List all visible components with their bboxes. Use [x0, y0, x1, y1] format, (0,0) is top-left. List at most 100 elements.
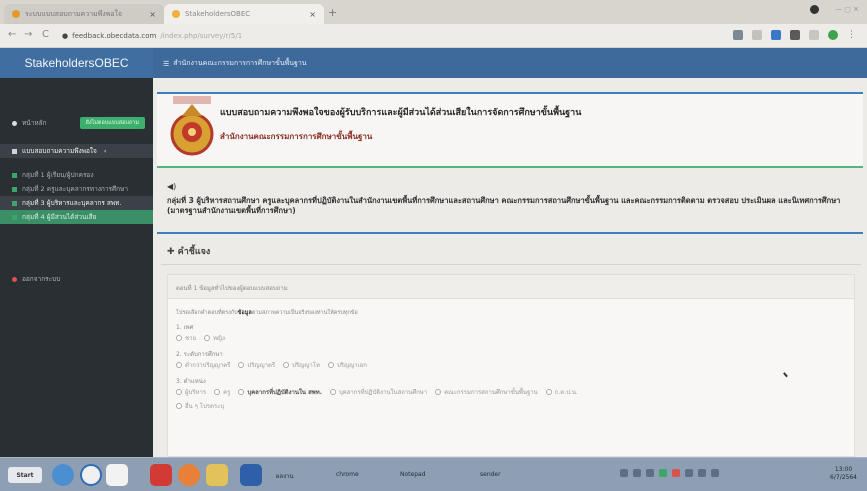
chrome-icon[interactable]: [106, 464, 128, 486]
sidebar-item-label: กลุ่มที่ 2 ครูและบุคลากรทางการศึกษา: [22, 185, 128, 193]
translate-icon[interactable]: [733, 30, 743, 40]
media-icon[interactable]: [150, 464, 172, 486]
radio-button[interactable]: [176, 389, 182, 395]
radio-option[interactable]: บุคลากรที่ปฏิบัติงานในสถานศึกษา: [329, 387, 427, 397]
folder-icon[interactable]: [206, 464, 228, 486]
sidebar-item-logout[interactable]: ออกจากระบบ: [0, 272, 153, 286]
radio-button[interactable]: [238, 389, 245, 395]
sidebar-item-group3[interactable]: กลุ่มที่ 3 ผู้บริหารและบุคลากร สพท.: [0, 196, 153, 210]
tray-icon[interactable]: [646, 469, 654, 477]
radio-option[interactable]: ปริญญาโท: [283, 360, 320, 370]
education-options: ต่ำกว่าปริญญาตรี ปริญญาตรี ปริญญาโท ปริญ…: [176, 360, 367, 370]
radio-button[interactable]: [203, 335, 210, 341]
browser-icon[interactable]: [80, 464, 102, 486]
taskbar-item[interactable]: chrome: [336, 471, 359, 478]
group-intro: ◀) กลุ่มที่ 3 ผู้บริหารสถานศึกษา ครูและบ…: [157, 174, 863, 234]
topnav-label: สำนักงานคณะกรรมการการศึกษาขั้นพื้นฐาน: [173, 59, 307, 67]
divider: [161, 264, 861, 265]
radio-button[interactable]: [176, 335, 182, 341]
close-tab-icon[interactable]: ×: [149, 10, 156, 19]
browser-tab-stakeholders[interactable]: StakeholdersOBEC ×: [164, 4, 324, 24]
window-controls[interactable]: — ▢ ✕: [810, 5, 859, 14]
radio-button[interactable]: [545, 389, 552, 395]
radio-option[interactable]: หญิง: [203, 333, 225, 343]
radio-option[interactable]: คณะกรรมการสถานศึกษาขั้นพื้นฐาน: [435, 387, 538, 397]
radio-button[interactable]: [327, 362, 334, 368]
radio-button[interactable]: [283, 362, 290, 368]
sidebar-item-group2[interactable]: กลุ่มที่ 2 ครูและบุคลากรทางการศึกษา: [0, 182, 153, 196]
star-icon[interactable]: [752, 30, 762, 40]
tab-favicon-icon: [12, 10, 20, 18]
browser-tab-survey[interactable]: ระบบแบบสอบถามความพึงพอใจ ×: [4, 4, 164, 24]
back-icon[interactable]: ←: [8, 29, 16, 40]
radio-option[interactable]: ชาย: [176, 333, 196, 343]
address-bar[interactable]: ● feedback.obecdata.com/index.php/survey…: [62, 28, 702, 44]
radio-option[interactable]: ต่ำกว่าปริญญาตรี: [176, 360, 230, 370]
taskbar-item[interactable]: ผลงาน: [276, 471, 294, 481]
sidebar-item-group1[interactable]: กลุ่มที่ 1 ผู้เรียน/ผู้ปกครอง: [0, 168, 153, 182]
speaker-icon[interactable]: ◀): [167, 182, 176, 191]
tray-icon[interactable]: [633, 469, 641, 477]
extension-icons: ⋮: [733, 30, 857, 40]
home-icon: [12, 120, 17, 126]
sidebar-item-survey[interactable]: แบบสอบถามความพึงพอใจ ‹: [0, 144, 153, 158]
sidebar-item-group4[interactable]: กลุ่มที่ 4 ผู้มีส่วนได้ส่วนเสีย: [0, 210, 153, 224]
start-button[interactable]: Start: [8, 467, 42, 483]
site-brand[interactable]: StakeholdersOBEC: [0, 48, 153, 78]
menu-icon[interactable]: ⋮: [847, 30, 857, 40]
tray-icon[interactable]: [698, 469, 706, 477]
radio-option[interactable]: อื่น ๆ โปรดระบุ: [176, 401, 224, 411]
taskbar-item[interactable]: sender: [480, 471, 501, 478]
word-icon[interactable]: [240, 464, 262, 486]
page-subtitle: สำนักงานคณะกรรมการการศึกษาขั้นพื้นฐาน: [220, 132, 373, 141]
ie-icon[interactable]: [52, 464, 74, 486]
forward-icon[interactable]: →: [24, 29, 32, 40]
radio-button[interactable]: [329, 389, 336, 395]
extension-grey-icon[interactable]: [809, 30, 819, 40]
gender-options: ชาย หญิง: [176, 333, 225, 343]
circle-icon: [12, 172, 17, 178]
tray-icon[interactable]: [711, 469, 719, 477]
menu-toggle-icon[interactable]: ☰: [163, 60, 169, 68]
sidebar-item-label: หน้าหลัก: [22, 119, 47, 127]
explanation-section: ✚ คำชี้แจง ตอนที่ 1 ข้อมูลทั่วไปของผู้ตอ…: [157, 238, 863, 457]
extension-dark-icon[interactable]: [790, 30, 800, 40]
close-tab-icon[interactable]: ×: [309, 10, 316, 19]
radio-option[interactable]: ผู้บริหาร: [176, 387, 206, 397]
tray-icon[interactable]: [620, 469, 628, 477]
browser-toolbar: ← → C ● feedback.obecdata.com/index.php/…: [0, 24, 867, 48]
tab-label: ระบบแบบสอบถามความพึงพอใจ: [25, 9, 123, 18]
question-label-position: 3. ตำแหน่ง: [176, 378, 206, 385]
tab-favicon-icon: [172, 10, 180, 18]
sidebar-item-label: ออกจากระบบ: [22, 275, 61, 283]
radio-option[interactable]: ก.ต.ป.น.: [545, 387, 578, 397]
radio-button[interactable]: [176, 403, 182, 409]
radio-button[interactable]: [176, 362, 182, 368]
radio-button[interactable]: [238, 362, 245, 368]
radio-button[interactable]: [435, 389, 442, 395]
clock[interactable]: 13:00 6/7/2564: [830, 466, 857, 482]
radio-option[interactable]: ปริญญาตรี: [238, 360, 275, 370]
radio-option[interactable]: ปริญญาเอก: [327, 360, 367, 370]
radio-option[interactable]: ครู: [214, 387, 230, 397]
taskbar-item[interactable]: Notepad: [400, 471, 426, 478]
status-badge: ยังไม่ตอบแบบสอบถาม: [79, 117, 145, 129]
reload-icon[interactable]: C: [42, 29, 49, 40]
topnav-link[interactable]: ☰ สำนักงานคณะกรรมการการศึกษาขั้นพื้นฐาน: [163, 58, 307, 69]
circle-icon: [12, 186, 17, 192]
sidebar-item-label: กลุ่มที่ 1 ผู้เรียน/ผู้ปกครอง: [22, 171, 94, 179]
sidebar-item-home[interactable]: หน้าหลัก ยังไม่ตอบแบบสอบถาม: [0, 116, 153, 130]
group-description: กลุ่มที่ 3 ผู้บริหารสถานศึกษา ครูและบุคล…: [167, 196, 841, 215]
radio-button[interactable]: [214, 389, 221, 395]
record-icon: [810, 5, 820, 14]
other-options: อื่น ๆ โปรดระบุ: [176, 401, 224, 411]
radio-option[interactable]: บุคลากรที่ปฏิบัติงานใน สพท.: [238, 387, 322, 397]
tray-icon[interactable]: [685, 469, 693, 477]
new-tab-button[interactable]: +: [328, 6, 337, 19]
sidebar-item-label: แบบสอบถามความพึงพอใจ: [22, 147, 97, 155]
extension-blue-icon[interactable]: [771, 30, 781, 40]
tray-icon[interactable]: [659, 469, 667, 477]
profile-avatar[interactable]: [828, 30, 838, 40]
firefox-icon[interactable]: [178, 464, 200, 486]
tray-icon[interactable]: [672, 469, 680, 477]
